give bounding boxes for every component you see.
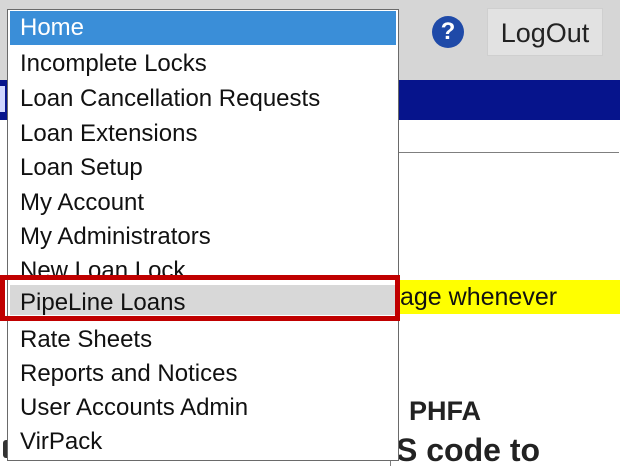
bold-heading-text: PHFA bbox=[409, 396, 482, 426]
dropdown-item-loan-extensions[interactable]: Loan Extensions bbox=[10, 117, 396, 151]
dropdown-item-incomplete-locks[interactable]: Incomplete Locks bbox=[10, 48, 396, 80]
dropdown-item-loan-cancellation-requests[interactable]: Loan Cancellation Requests bbox=[10, 82, 396, 116]
highlighted-text: age whenever bbox=[398, 280, 620, 314]
dropdown-item-rate-sheets[interactable]: Rate Sheets bbox=[10, 323, 396, 357]
question-mark-icon: ? bbox=[440, 18, 456, 45]
bold-body-text: S code to bbox=[396, 432, 541, 468]
dropdown-item-virpack[interactable]: VirPack bbox=[10, 425, 396, 459]
dropdown-item-user-accounts-admin[interactable]: User Accounts Admin bbox=[10, 391, 396, 425]
dropdown-item-reports-and-notices[interactable]: Reports and Notices bbox=[10, 357, 396, 391]
dropdown-item-home[interactable]: Home bbox=[10, 11, 396, 45]
dropdown-item-loan-setup[interactable]: Loan Setup bbox=[10, 151, 396, 185]
nav-bar-edge bbox=[0, 86, 5, 112]
help-button[interactable]: ? bbox=[432, 16, 464, 48]
dropdown-item-my-administrators[interactable]: My Administrators bbox=[10, 220, 396, 254]
navigation-dropdown-list[interactable]: Home Incomplete Locks Loan Cancellation … bbox=[7, 9, 399, 461]
dropdown-item-my-account[interactable]: My Account bbox=[10, 186, 396, 220]
dropdown-item-pipeline-loans[interactable]: PipeLine Loans bbox=[10, 285, 396, 316]
dropdown-item-new-loan-lock[interactable]: New Loan Lock bbox=[10, 254, 396, 288]
logout-button[interactable]: LogOut bbox=[487, 8, 603, 56]
